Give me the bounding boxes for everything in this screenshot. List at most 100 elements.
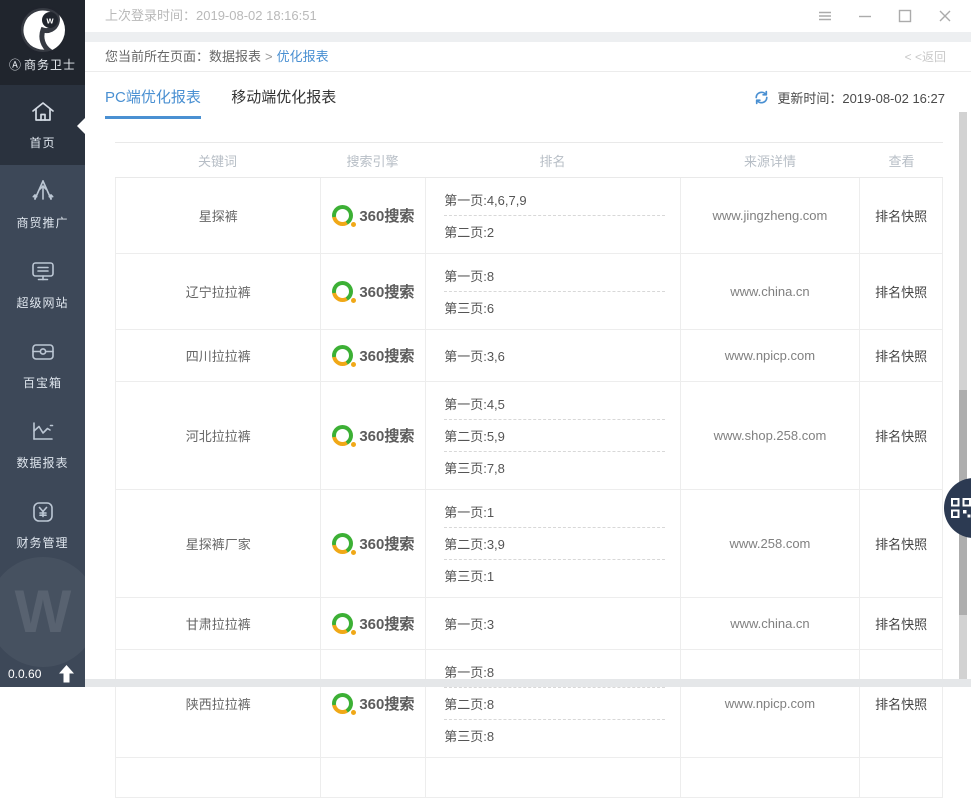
source-url: www.shop.258.com — [714, 428, 827, 443]
keyword-cell: 甘肃拉拉裤 — [116, 598, 320, 649]
engine-cell: 360搜索 — [320, 178, 425, 253]
view-cell: 排名快照 — [859, 178, 942, 253]
rank-snapshot-link[interactable]: 排名快照 — [875, 206, 927, 225]
rank-line: 第二页:2 — [444, 215, 664, 247]
breadcrumb-prefix: 您当前所在页面： — [105, 49, 209, 64]
refresh-icon[interactable] — [753, 89, 770, 106]
tabs-bar: PC端优化报表 移动端优化报表 更新时间：2019-08-02 16:27 — [85, 72, 971, 142]
table-header: 关键词 搜索引擎 排名 来源详情 查看 — [115, 142, 943, 178]
tab-pc-report[interactable]: PC端优化报表 — [105, 86, 201, 119]
update-info: 更新时间：2019-08-02 16:27 — [753, 88, 945, 107]
rank-line: 第一页:3,6 — [444, 340, 664, 371]
vertical-scrollbar[interactable] — [959, 112, 967, 687]
sidebar-item-label: 财务管理 — [0, 534, 85, 551]
header-engine: 搜索引擎 — [320, 151, 425, 170]
source-url: www.jingzheng.com — [712, 208, 827, 223]
source-url: www.china.cn — [730, 616, 809, 631]
sidebar-item-label: 超级网站 — [0, 294, 85, 311]
brand: Ⓐ商务卫士 — [0, 56, 85, 73]
version-label: 0.0.60 — [8, 667, 41, 681]
header-source: 来源详情 — [680, 151, 860, 170]
sidebar-item-finance[interactable]: 财务管理 — [0, 485, 85, 565]
keyword-text: 陕西拉拉裤 — [186, 694, 251, 713]
back-link[interactable]: < <返回 — [905, 42, 946, 72]
rank-line: 第二页:8 — [444, 687, 664, 719]
sidebar-item-website[interactable]: 超级网站 — [0, 245, 85, 325]
table-row: 河北拉拉裤 360搜索 第一页:4,5第二页:5,9第三页:7,8 www.sh… — [116, 382, 942, 490]
scroll-top-button[interactable] — [58, 665, 75, 683]
header-rank: 排名 — [425, 151, 680, 170]
source-cell: www.npicp.com — [680, 330, 860, 381]
close-icon[interactable] — [925, 0, 965, 32]
sidebar-item-toolbox[interactable]: 百宝箱 — [0, 325, 85, 405]
view-cell: 排名快照 — [859, 330, 942, 381]
360-search-logo-icon — [332, 345, 353, 366]
rank-snapshot-link[interactable]: 排名快照 — [875, 694, 927, 713]
last-login-text: 上次登录时间：2019-08-02 18:16:51 — [105, 0, 317, 32]
tab-mobile-report[interactable]: 移动端优化报表 — [231, 86, 336, 116]
engine-cell: 360搜索 — [320, 598, 425, 649]
keyword-text: 星探裤厂家 — [186, 534, 251, 553]
engine-cell: 360搜索 — [320, 490, 425, 597]
report-table: 关键词 搜索引擎 排名 来源详情 查看 星探裤 360搜索 第一页:4,6,7,… — [115, 142, 943, 798]
svg-text:w: w — [45, 16, 54, 26]
breadcrumb-parent[interactable]: 数据报表 — [209, 49, 261, 64]
sidebar-item-home[interactable]: 首页 — [0, 85, 85, 165]
rank-line: 第一页:4,6,7,9 — [444, 184, 664, 215]
rank-cell: 第一页:4,6,7,9第二页:2 — [425, 178, 679, 253]
rank-snapshot-link[interactable]: 排名快照 — [875, 426, 927, 445]
minimize-icon[interactable] — [845, 0, 885, 32]
rank-line: 第三页:8 — [444, 719, 664, 751]
maximize-icon[interactable] — [885, 0, 925, 32]
keyword-cell: 星探裤厂家 — [116, 490, 320, 597]
title-bar: 上次登录时间：2019-08-02 18:16:51 — [85, 0, 971, 32]
rank-snapshot-link[interactable]: 排名快照 — [875, 346, 927, 365]
keyword-cell: 河北拉拉裤 — [116, 382, 320, 489]
logo-area: w Ⓐ商务卫士 — [0, 0, 85, 85]
rank-line: 第二页:3,9 — [444, 527, 664, 559]
rank-snapshot-link[interactable]: 排名快照 — [875, 282, 927, 301]
sidebar: w Ⓐ商务卫士 首页 商贸推广 超级网站 — [0, 0, 85, 687]
sidebar-item-promotion[interactable]: 商贸推广 — [0, 165, 85, 245]
header-keyword: 关键词 — [115, 151, 320, 170]
rank-cell: 第一页:1第二页:3,9第三页:1 — [425, 490, 679, 597]
engine-name: 360搜索 — [359, 533, 414, 554]
keyword-cell: 辽宁拉拉裤 — [116, 254, 320, 329]
rank-cell: 第一页:4,5第二页:5,9第三页:7,8 — [425, 382, 679, 489]
sidebar-item-label: 百宝箱 — [0, 374, 85, 391]
window-controls — [805, 0, 965, 32]
watermark-logo: W — [0, 557, 98, 667]
table-row: 甘肃拉拉裤 360搜索 第一页:3 www.china.cn 排名快照 — [116, 598, 942, 650]
engine-name: 360搜索 — [359, 613, 414, 634]
source-cell: www.china.cn — [680, 254, 860, 329]
engine-cell: 360搜索 — [320, 254, 425, 329]
keyword-text: 河北拉拉裤 — [186, 426, 251, 445]
toolbox-icon — [0, 338, 85, 368]
keyword-cell: 陕西拉拉裤 — [116, 650, 320, 757]
rank-cell: 第一页:3,6 — [425, 330, 679, 381]
breadcrumb-current[interactable]: 优化报表 — [277, 49, 329, 64]
finance-icon — [0, 498, 85, 528]
keyword-text: 四川拉拉裤 — [186, 346, 251, 365]
keyword-cell: 四川拉拉裤 — [116, 330, 320, 381]
keyword-cell: 星探裤 — [116, 178, 320, 253]
view-cell: 排名快照 — [859, 254, 942, 329]
menu-icon[interactable] — [805, 0, 845, 32]
sidebar-item-data-report[interactable]: 数据报表 — [0, 405, 85, 485]
rank-snapshot-link[interactable]: 排名快照 — [875, 614, 927, 633]
sidebar-item-label: 数据报表 — [0, 454, 85, 471]
rank-snapshot-link[interactable]: 排名快照 — [875, 534, 927, 553]
breadcrumb: 您当前所在页面：数据报表>优化报表 < <返回 — [85, 42, 971, 72]
view-cell: 排名快照 — [859, 490, 942, 597]
keyword-text: 辽宁拉拉裤 — [186, 282, 251, 301]
website-icon — [0, 258, 85, 288]
360-search-logo-icon — [332, 693, 353, 714]
table-row: 辽宁拉拉裤 360搜索 第一页:8第三页:6 www.china.cn 排名快照 — [116, 254, 942, 330]
360-search-logo-icon — [332, 205, 353, 226]
rank-line: 第三页:1 — [444, 559, 664, 591]
app-logo-icon: w — [20, 7, 66, 53]
divider-band — [85, 32, 971, 42]
360-search-logo-icon — [332, 533, 353, 554]
sidebar-item-label: 商贸推广 — [0, 214, 85, 231]
engine-name: 360搜索 — [359, 425, 414, 446]
